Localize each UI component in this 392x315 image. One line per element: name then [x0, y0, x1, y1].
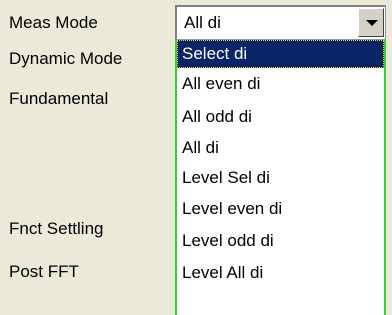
label-fundamental: Fundamental: [9, 89, 109, 108]
option-all-even-di[interactable]: All even di: [177, 70, 384, 98]
option-level-sel-di[interactable]: Level Sel di: [177, 164, 384, 192]
label-meas-mode: Meas Mode: [9, 13, 98, 32]
dropdown-arrow-button[interactable]: [358, 8, 384, 37]
meas-mode-combobox[interactable]: All di: [175, 5, 386, 40]
option-level-all-di[interactable]: Level All di: [177, 259, 384, 287]
option-level-even-di[interactable]: Level even di: [177, 195, 384, 223]
option-all-odd-di[interactable]: All odd di: [177, 103, 384, 131]
label-dynamic-mode: Dynamic Mode: [9, 49, 123, 68]
meas-mode-value: All di: [184, 13, 221, 32]
label-post-fft: Post FFT: [9, 262, 79, 281]
option-all-di[interactable]: All di: [177, 134, 384, 162]
option-select-di[interactable]: Select di: [177, 40, 384, 68]
option-level-odd-di[interactable]: Level odd di: [177, 227, 384, 255]
label-fnct-settling: Fnct Settling: [9, 219, 104, 238]
meas-mode-dropdown-list[interactable]: Select di All even di All odd di All di …: [175, 40, 386, 315]
